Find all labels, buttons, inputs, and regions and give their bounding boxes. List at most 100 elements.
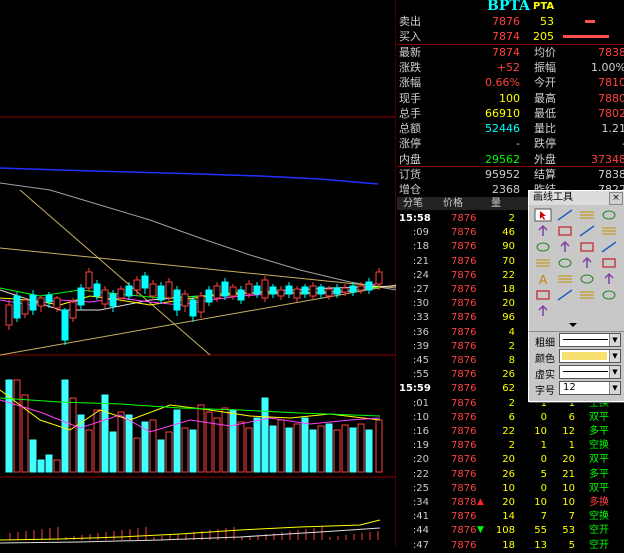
volume-bar (246, 428, 252, 472)
tick-volume: 18 (487, 538, 515, 553)
candlestick (342, 288, 348, 292)
candlestick (376, 272, 382, 284)
tick-price: 7876 (451, 452, 476, 467)
tick-volume: 70 (487, 254, 515, 269)
draw-tool-icon[interactable] (556, 207, 574, 221)
quote-label: 量比 (534, 121, 556, 136)
quote-value: 7874 (492, 45, 520, 60)
draw-tool-icon[interactable] (578, 255, 596, 269)
arrow-up-icon: ▲ (477, 495, 484, 510)
tick-volume: 6 (487, 410, 515, 425)
draw-tool-icon[interactable] (534, 239, 552, 253)
tick-close: 10 (549, 495, 575, 510)
tick-time: :39 (399, 339, 429, 354)
volume-bar (158, 440, 164, 472)
draw-tool-icon[interactable] (578, 239, 596, 253)
draw-tool-icon[interactable] (600, 255, 618, 269)
width-select[interactable]: ▼ (559, 333, 621, 347)
trend-line-1 (0, 248, 396, 288)
tick-price: 7876 (451, 254, 476, 269)
tick-row: :197876211空换 (397, 438, 624, 453)
tick-volume: 18 (487, 282, 515, 297)
draw-tool-icon[interactable] (556, 271, 574, 285)
volume-bar (14, 380, 20, 472)
candlestick (22, 300, 28, 314)
draw-tool-icon[interactable] (578, 223, 596, 237)
candlestick (334, 288, 340, 294)
candlestick (182, 294, 188, 306)
candlestick (262, 280, 268, 298)
volume-bars (6, 380, 382, 472)
color-select[interactable]: ▼ (559, 349, 621, 363)
pointer-tool-icon[interactable] (534, 207, 552, 221)
candlestick (366, 282, 372, 290)
volume-bar (190, 430, 196, 472)
draw-tool-icon[interactable] (578, 287, 596, 301)
candlestick (142, 276, 148, 288)
close-icon[interactable]: × (609, 192, 623, 205)
tick-price: 7876 (451, 353, 476, 368)
draw-tool-icon[interactable] (556, 223, 574, 237)
style-select[interactable]: ▼ (559, 365, 621, 379)
draw-tool-icon[interactable] (600, 207, 618, 221)
candlestick (310, 286, 316, 296)
draw-tool-icon[interactable] (600, 223, 618, 237)
quote-value: +52 (497, 60, 520, 75)
quote-value: 7838 (598, 167, 624, 182)
draw-tool-icon[interactable] (600, 287, 618, 301)
quote-label: 买入 (399, 29, 421, 44)
draw-tool-icon[interactable] (556, 255, 574, 269)
tick-price: 7876 (451, 239, 476, 254)
tick-nature: 多平 (589, 467, 609, 482)
tick-price: 7876 (451, 325, 476, 340)
candlestick (86, 272, 92, 288)
draw-tool-icon[interactable] (556, 239, 574, 253)
draw-tool-icon[interactable]: A (534, 271, 552, 285)
candlestick (62, 310, 68, 340)
candlestick (126, 286, 132, 296)
kline-chart[interactable] (0, 0, 396, 546)
expand-icon[interactable] (569, 323, 577, 327)
tick-volume: 20 (487, 452, 515, 467)
tick-open: 1 (525, 438, 547, 453)
quote-label: 涨幅 (399, 75, 421, 90)
tick-header-volume[interactable]: 量 (491, 197, 501, 210)
volume-bar (62, 380, 68, 472)
tick-time: :25 (399, 481, 429, 496)
candlestick (230, 287, 236, 296)
candlestick (166, 282, 172, 298)
tick-volume: 26 (487, 467, 515, 482)
tick-price: 7876 (451, 211, 476, 226)
quote-label: 总手 (399, 106, 421, 121)
tick-header-price[interactable]: 价格 (443, 197, 463, 210)
candlestick (174, 290, 180, 310)
quote-label: 振幅 (534, 60, 556, 75)
quote-label: 最低 (534, 106, 556, 121)
tick-time: :19 (399, 438, 429, 453)
quote-value: 7802 (598, 106, 624, 121)
size-select[interactable]: 12 ▼ (559, 381, 621, 395)
candlestick (254, 286, 260, 294)
tick-header-time[interactable]: 分笔 (403, 197, 423, 210)
draw-tool-icon[interactable] (556, 287, 574, 301)
width-label: 粗细 (535, 334, 555, 349)
quote-row: 订货95952结算7838 (397, 167, 624, 182)
draw-tool-icon[interactable] (578, 271, 596, 285)
volume-bar (270, 426, 276, 472)
draw-tool-icon[interactable] (534, 255, 552, 269)
vol-ma-magenta (0, 400, 380, 432)
tick-time: :09 (399, 225, 429, 240)
draw-tool-icon[interactable] (534, 303, 552, 317)
draw-tool-icon[interactable] (600, 239, 618, 253)
volume-bar (214, 418, 220, 472)
quote-value: 7810 (598, 75, 624, 90)
draw-tool-icon[interactable] (534, 287, 552, 301)
draw-tool-icon[interactable] (578, 207, 596, 221)
draw-tool-icon[interactable] (600, 271, 618, 285)
order-depth-bar (563, 35, 609, 38)
volume-bar (302, 418, 308, 472)
quote-row: 买入7874205 (397, 29, 624, 44)
draw-tool-icon[interactable] (534, 223, 552, 237)
tick-time: :44 (399, 523, 429, 538)
quote-label: 外盘 (534, 152, 556, 167)
